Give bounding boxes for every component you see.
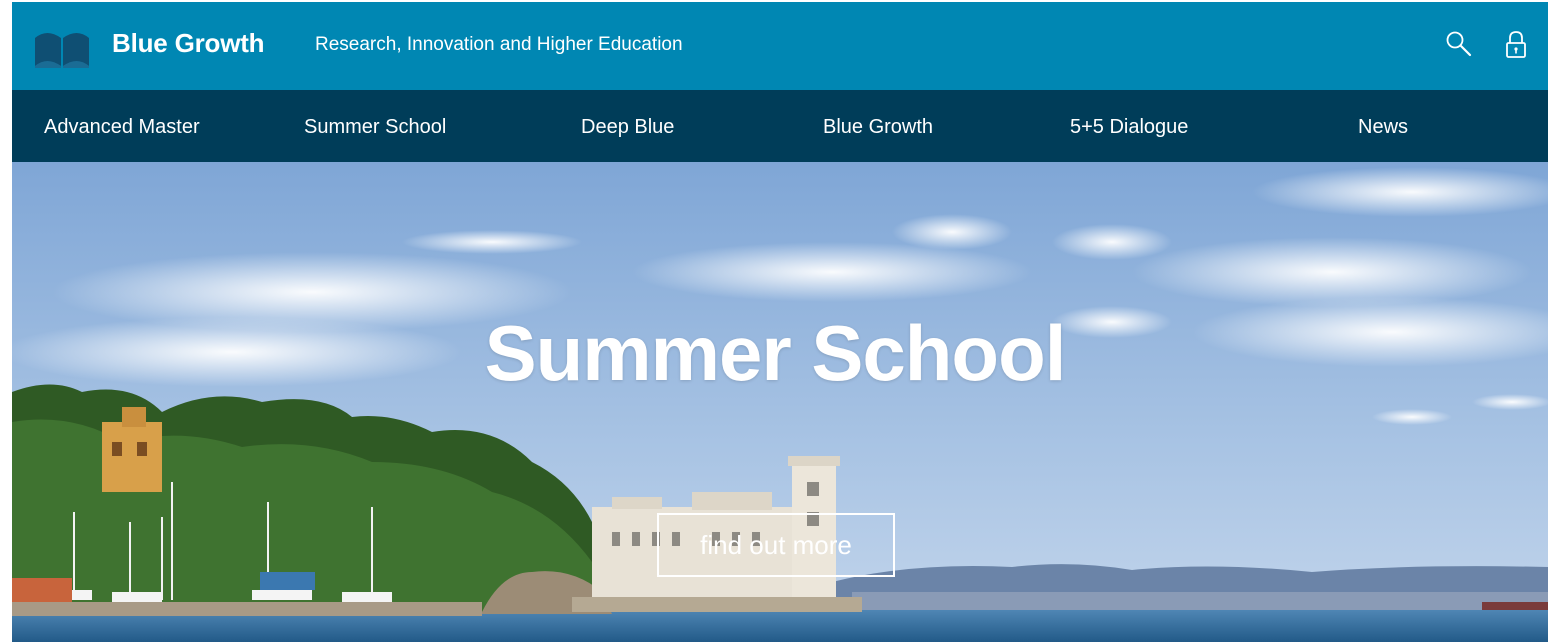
search-icon[interactable] <box>1445 30 1473 60</box>
page-frame: Blue Growth Research, Innovation and Hig… <box>12 2 1548 642</box>
hero-title: Summer School <box>484 309 1067 397</box>
top-bar: Blue Growth Research, Innovation and Hig… <box>12 2 1548 90</box>
lock-icon[interactable] <box>1502 30 1530 60</box>
nav-item-blue-growth[interactable]: Blue Growth <box>823 116 933 139</box>
main-nav: Advanced Master Summer School Deep Blue … <box>12 90 1548 162</box>
nav-item-summer-school[interactable]: Summer School <box>304 116 446 139</box>
find-out-more-button[interactable]: find out more <box>657 513 895 577</box>
site-tagline: Research, Innovation and Higher Educatio… <box>315 34 683 55</box>
nav-item-news[interactable]: News <box>1358 116 1408 139</box>
nav-item-5-5-dialogue[interactable]: 5+5 Dialogue <box>1070 116 1188 139</box>
nav-item-advanced-master[interactable]: Advanced Master <box>44 116 200 139</box>
open-book-logo-icon[interactable] <box>33 30 91 68</box>
brand-name[interactable]: Blue Growth <box>112 28 265 59</box>
nav-item-deep-blue[interactable]: Deep Blue <box>581 116 674 139</box>
hero-banner: Summer School find out more <box>12 162 1548 642</box>
